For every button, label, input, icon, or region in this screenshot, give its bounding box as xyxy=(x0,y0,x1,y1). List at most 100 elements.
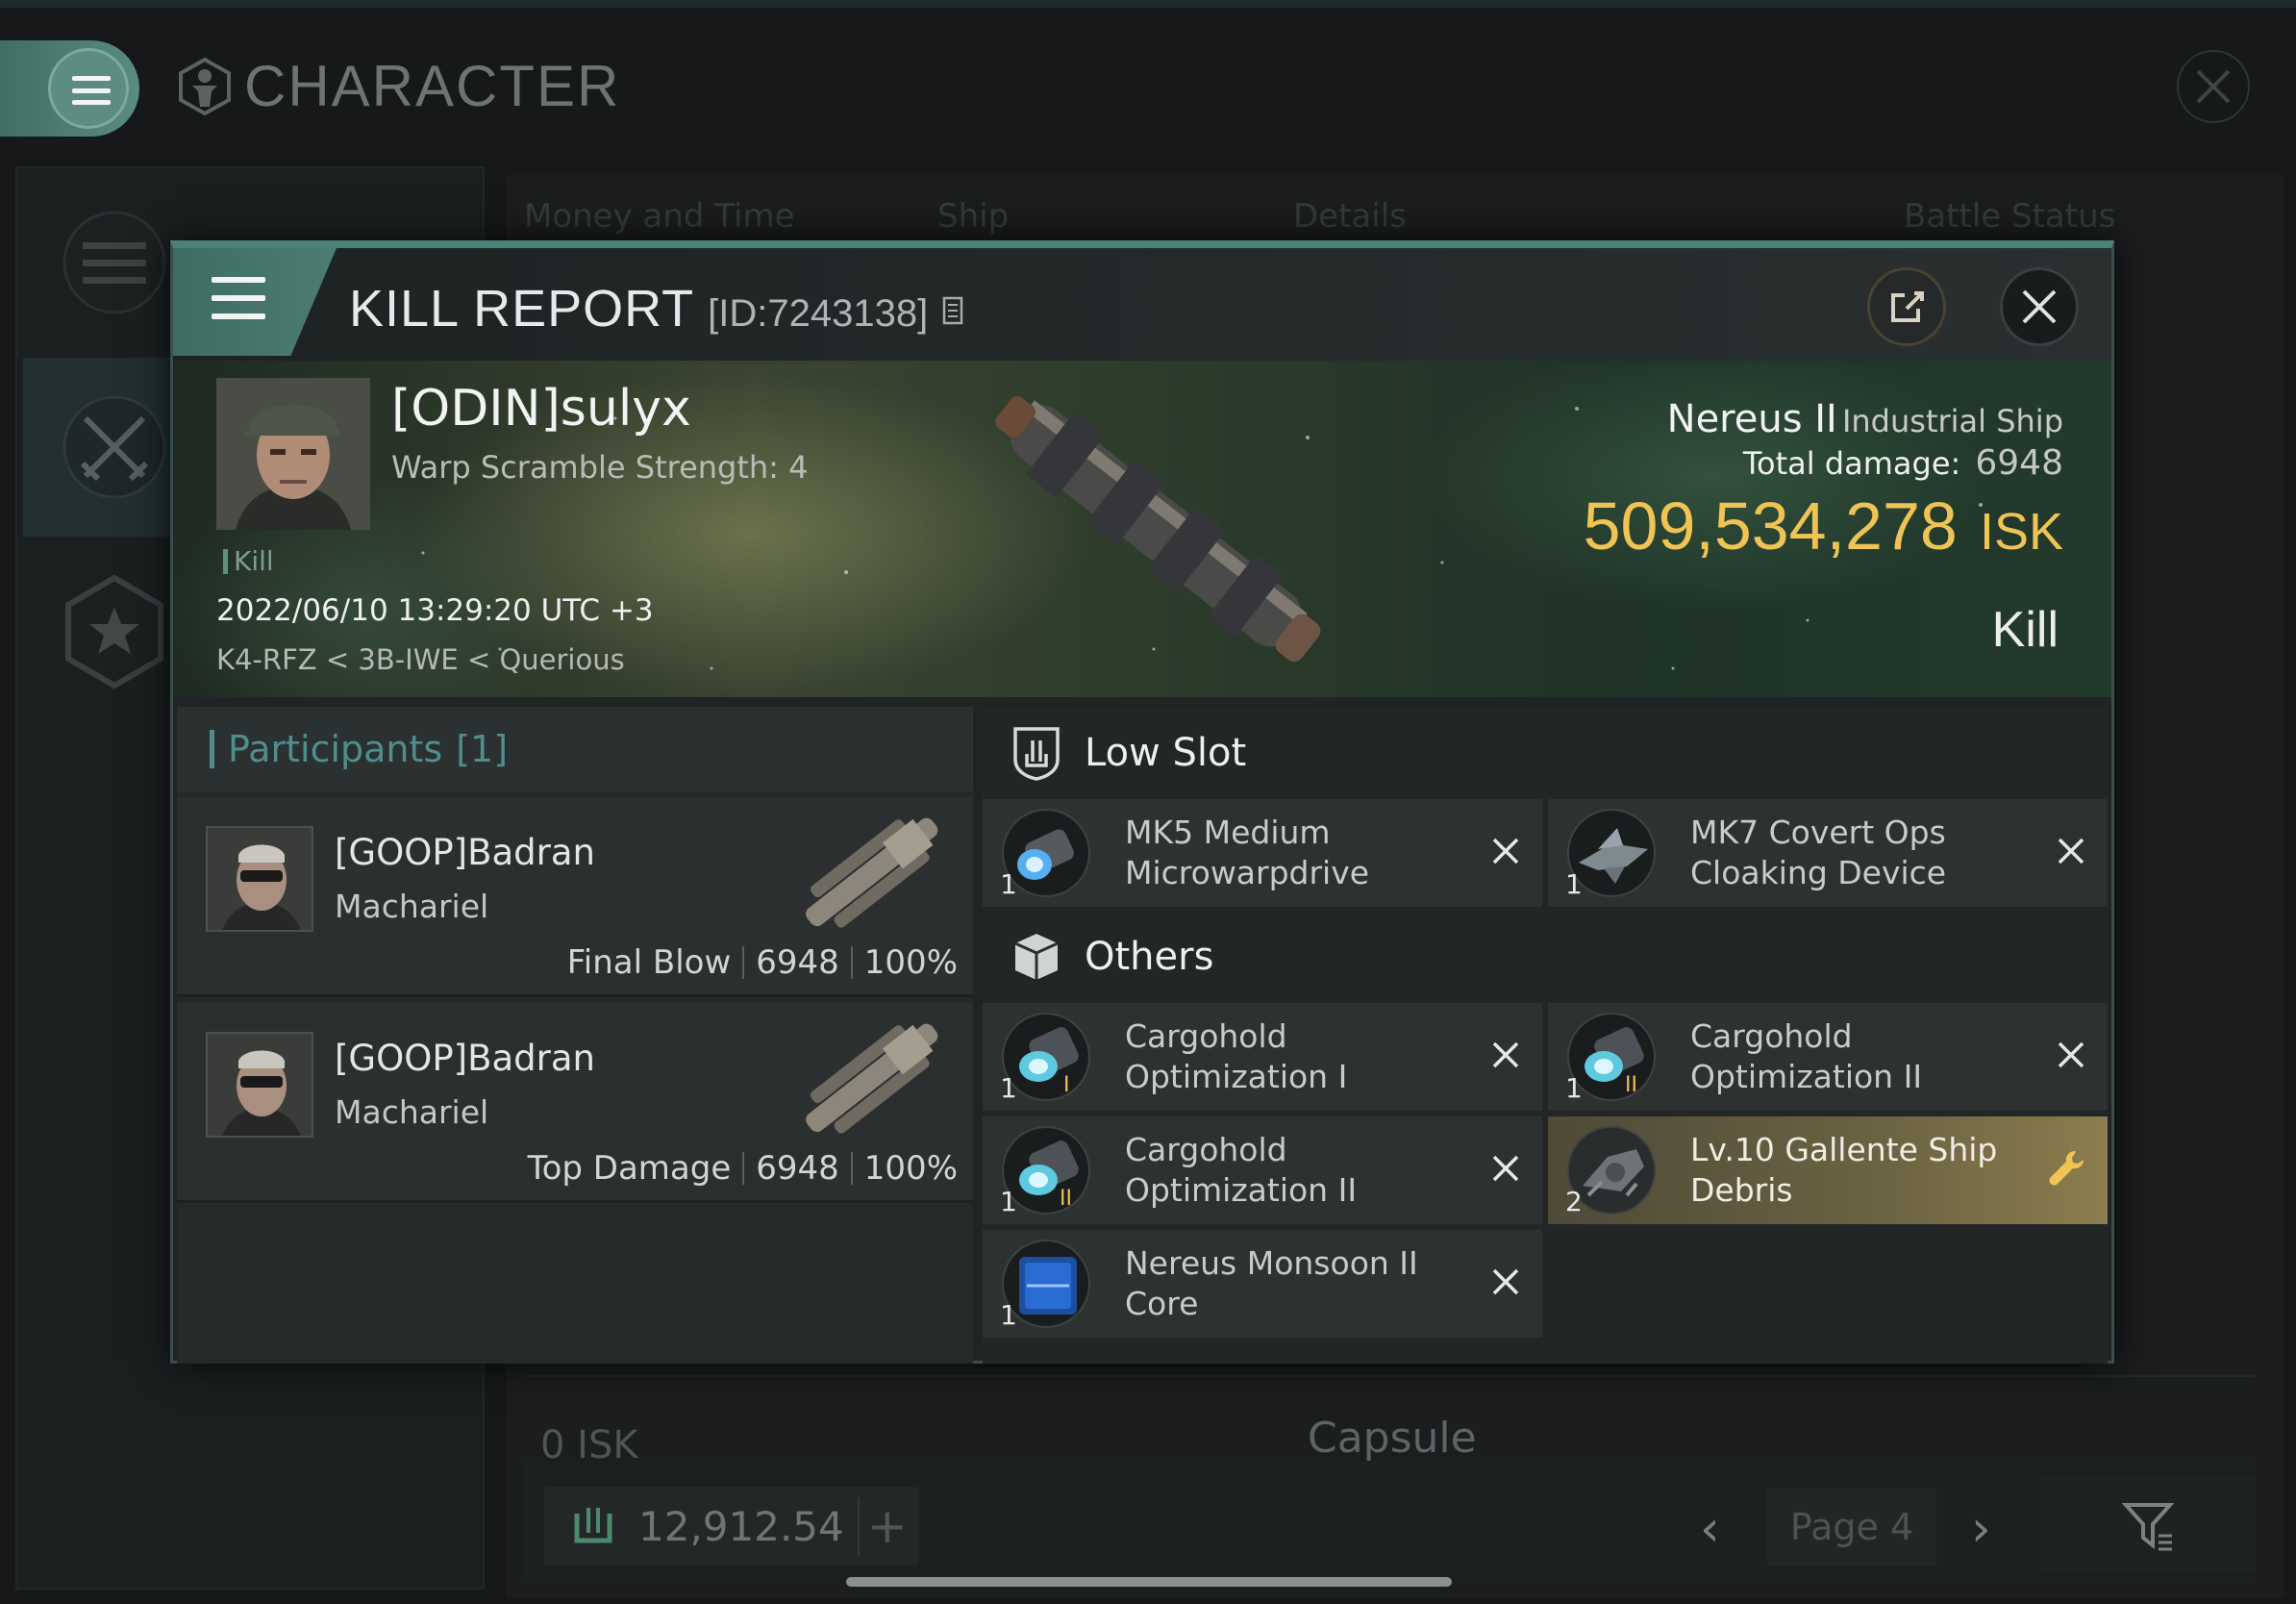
item-ship-core[interactable]: 1 Nereus Monsoon II Core xyxy=(983,1230,1542,1338)
item-quantity: 1 xyxy=(1000,868,1017,900)
divider xyxy=(742,946,745,979)
balance-value: 12,912.54 xyxy=(638,1502,844,1550)
background-tabs: Money and Time Ship Details Battle Statu… xyxy=(524,197,2139,245)
victim-banner: [ODIN]sulyx Warp Scramble Strength: 4 Ki… xyxy=(173,361,2111,697)
item-microwarpdrive[interactable]: 1 MK5 Medium Microwarpdrive xyxy=(983,799,1542,907)
low-slot-header: Low Slot xyxy=(983,707,2108,799)
victim-portrait[interactable] xyxy=(216,378,370,530)
participant-portrait-image xyxy=(208,1034,312,1136)
hamburger-icon xyxy=(72,76,111,105)
kill-report-id: [ID:7243138] xyxy=(708,292,929,335)
item-quantity: 1 xyxy=(1000,1072,1017,1104)
participant-role: Final Blow xyxy=(566,943,732,982)
victim-name[interactable]: [ODIN]sulyx xyxy=(391,380,691,438)
cargo-box-icon xyxy=(1014,934,1059,980)
victim-ship-image xyxy=(995,395,1321,663)
balance-widget: 12,912.54 + xyxy=(544,1487,919,1566)
kill-report-title: KILL REPORT [ID:7243138] xyxy=(349,279,966,338)
kill-report-modal: KILL REPORT [ID:7243138] [ODIN]sulyx War… xyxy=(170,240,2114,1364)
item-cargohold-optimization-3[interactable]: II 1 Cargohold Optimization II xyxy=(983,1116,1542,1224)
item-quantity: 2 xyxy=(1565,1186,1583,1217)
item-name: Nereus Monsoon II Core xyxy=(1125,1244,1418,1322)
item-name: MK5 Medium Microwarpdrive xyxy=(1125,814,1370,891)
participant-stats: Top Damage 6948 100% xyxy=(528,1149,958,1188)
fitted-items-panel: Low Slot 1 MK5 Medium Microwarpdrive 1 M… xyxy=(983,707,2108,1364)
total-damage: Total damage: 6948 xyxy=(1743,443,2063,483)
destroyed-x-icon xyxy=(2058,838,2084,865)
list-icon xyxy=(62,211,166,314)
character-window-title: CHARACTER xyxy=(175,53,620,119)
wallet-icon xyxy=(574,1508,612,1543)
item-ship-debris[interactable]: 2 Lv.10 Gallente Ship Debris xyxy=(1548,1116,2108,1224)
victim-ship-name[interactable]: Nereus II xyxy=(1667,397,1837,441)
divider xyxy=(850,946,853,979)
rail-battle-button[interactable] xyxy=(42,375,187,519)
rail-menu-button[interactable] xyxy=(42,190,187,335)
item-cargohold-optimization-1[interactable]: I 1 Cargohold Optimization I xyxy=(983,1003,1542,1111)
divider xyxy=(742,1152,745,1185)
participant-row[interactable]: [GOOP]Badran Machariel Top Damage 6948 1… xyxy=(177,1003,973,1203)
destroyed-x-icon xyxy=(2058,1041,2084,1068)
background-row-ship: Capsule xyxy=(1308,1414,1477,1463)
participant-stats: Final Blow 6948 100% xyxy=(567,943,958,982)
star-badge-icon xyxy=(65,574,163,689)
participants-label: Participants xyxy=(228,728,443,770)
destroyed-x-icon xyxy=(1492,1268,1519,1295)
character-close-button[interactable] xyxy=(2177,50,2250,123)
participant-percent: 100% xyxy=(863,943,958,982)
item-name: Cargohold Optimization II xyxy=(1690,1017,1923,1095)
isk-loss: 509,534,278 ISK xyxy=(1584,488,2063,564)
share-icon xyxy=(1891,291,1924,322)
svg-text:II: II xyxy=(1625,1073,1637,1097)
scrollbar[interactable] xyxy=(846,1577,1452,1587)
kill-report-close-button[interactable] xyxy=(2000,267,2079,346)
others-label: Others xyxy=(1085,935,1214,979)
item-quantity: 1 xyxy=(1565,1072,1583,1104)
item-name: Lv.10 Gallente Ship Debris xyxy=(1690,1131,1998,1209)
share-button[interactable] xyxy=(1867,267,1946,346)
character-title-text: CHARACTER xyxy=(244,54,621,118)
item-name: MK7 Covert Ops Cloaking Device xyxy=(1690,814,1947,891)
item-quantity: 1 xyxy=(1565,868,1583,900)
item-cargohold-optimization-2[interactable]: II 1 Cargohold Optimization II xyxy=(1548,1003,2108,1111)
kill-tag-label: Kill xyxy=(234,545,274,577)
kill-report-title-text: KILL REPORT xyxy=(349,280,695,338)
tab-ship[interactable]: Ship xyxy=(937,197,1009,236)
tab-battle-status[interactable]: Battle Status xyxy=(1904,197,2115,236)
filter-button[interactable] xyxy=(2040,1477,2256,1573)
item-quantity: 1 xyxy=(1000,1299,1017,1331)
participant-damage: 6948 xyxy=(756,943,839,982)
participant-row[interactable]: [GOOP]Badran Machariel Final Blow 6948 1… xyxy=(177,797,973,997)
item-cloaking-device[interactable]: 1 MK7 Covert Ops Cloaking Device xyxy=(1548,799,2108,907)
add-balance-button[interactable]: + xyxy=(857,1497,915,1555)
main-menu-disc xyxy=(48,48,129,129)
participant-ship-image xyxy=(806,817,938,928)
crossed-swords-icon xyxy=(62,395,166,499)
participant-ship-image xyxy=(806,1023,938,1134)
tab-money-and-time[interactable]: Money and Time xyxy=(524,197,795,236)
kill-location[interactable]: K4-RFZ < 3B-IWE < Querious xyxy=(216,643,625,676)
rail-favorites-button[interactable] xyxy=(42,560,187,704)
participant-percent: 100% xyxy=(863,1149,958,1188)
participant-avatar xyxy=(206,826,313,932)
tab-details[interactable]: Details xyxy=(1293,197,1407,236)
victim-subtitle: Warp Scramble Strength: 4 xyxy=(391,449,809,486)
prev-page-chevron-icon[interactable]: ‹ xyxy=(1700,1500,1720,1558)
copy-icon[interactable] xyxy=(941,295,966,326)
hamburger-icon xyxy=(212,277,265,319)
participant-name[interactable]: [GOOP]Badran xyxy=(335,1038,595,1079)
isk-loss-value: 509,534,278 xyxy=(1583,489,1958,564)
main-menu-button[interactable] xyxy=(0,40,139,137)
participant-avatar xyxy=(206,1032,313,1138)
low-slot-label: Low Slot xyxy=(1085,731,1247,775)
next-page-chevron-icon[interactable]: › xyxy=(1971,1500,1991,1558)
destroyed-x-icon xyxy=(1492,838,1519,865)
participant-name[interactable]: [GOOP]Badran xyxy=(335,832,595,873)
wrench-icon xyxy=(2049,1151,2084,1186)
others-header: Others xyxy=(983,911,2108,1003)
total-damage-label: Total damage: xyxy=(1742,445,1961,482)
participant-ship: Machariel xyxy=(335,1093,489,1131)
svg-text:II: II xyxy=(1060,1187,1072,1211)
participant-damage: 6948 xyxy=(756,1149,839,1188)
page-indicator: Page 4 xyxy=(1767,1489,1936,1566)
